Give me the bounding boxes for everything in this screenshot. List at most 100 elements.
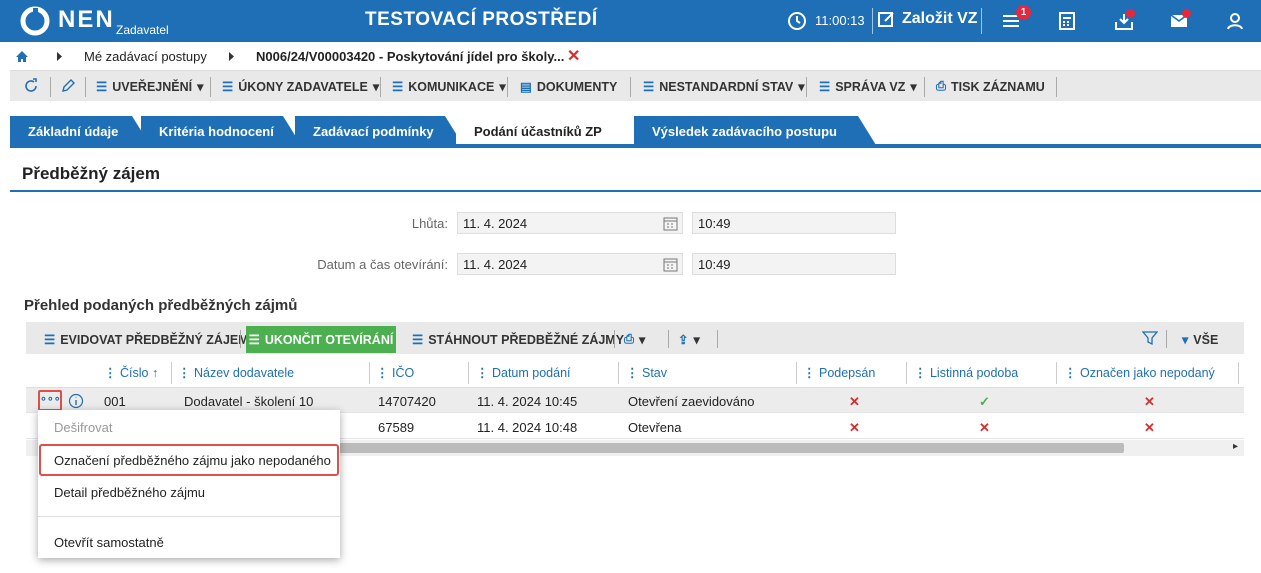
list-icon: ☰ [392, 80, 404, 94]
column-label: Datum podání [491, 366, 571, 380]
info-icon[interactable] [68, 393, 84, 409]
row-context-menu: Dešifrovat Označení předběžného zájmu ja… [38, 410, 340, 558]
column-cislo[interactable]: ⋮ Číslo ↑ [104, 365, 158, 380]
cell-ico: 67589 [378, 420, 415, 435]
column-label: IČO [391, 366, 415, 380]
calendar-icon[interactable] [663, 216, 678, 231]
toolbar-nestandardni[interactable]: ☰ NESTANDARDNÍ STAV ▾ [643, 79, 805, 95]
caret-down-icon: ▾ [910, 80, 917, 94]
tab-zakladni-udaje[interactable]: Základní údaje [10, 116, 150, 145]
column-divider [1056, 362, 1057, 384]
create-vz-button[interactable]: Založit VZ [878, 10, 978, 28]
filter-icon[interactable] [1142, 330, 1158, 346]
button-label: UKONČIT OTEVÍRÁNÍ [264, 332, 394, 347]
top-header: NEN Zadavatel TESTOVACÍ PROSTŘEDÍ 11:00:… [0, 0, 1261, 42]
column-divider [906, 362, 907, 384]
menu-item-open-separately[interactable]: Otevřít samostatně [54, 535, 164, 550]
opening-label: Datum a čas otevírání: [317, 257, 448, 272]
cell-ico: 14707420 [378, 394, 436, 409]
opening-time-field[interactable]: 10:49 [692, 253, 896, 275]
export-menu-button[interactable]: ⇪ ▾ [678, 332, 700, 347]
opening-date-value: 11. 4. 2024 [463, 257, 528, 272]
menu-item-detail[interactable]: Detail předběžného zájmu [54, 485, 205, 500]
column-nazev[interactable]: ⋮ Název dodavatele [178, 365, 294, 380]
button-label: EVIDOVAT PŘEDBĚŽNÝ ZÁJEM [60, 332, 249, 347]
column-datum[interactable]: ⋮ Datum podání [476, 365, 571, 380]
deadline-date-field[interactable]: 11. 4. 2024 [457, 212, 683, 234]
tab-kriteria[interactable]: Kritéria hodnocení [141, 116, 301, 145]
toolbar-komunikace[interactable]: ☰ KOMUNIKACE ▾ [392, 79, 506, 95]
section-underline [10, 190, 1261, 192]
print-menu-button[interactable]: ⎙ ▾ [624, 332, 645, 347]
divider [614, 330, 615, 348]
pencil-icon[interactable] [60, 78, 76, 94]
opening-time-value: 10:49 [698, 257, 731, 272]
toolbar-label: DOKUMENTY [536, 79, 618, 94]
refresh-icon[interactable] [22, 77, 40, 95]
filter-label: VŠE [1193, 332, 1219, 347]
cell-nazev: Dodavatel - školení 10 [184, 394, 314, 409]
button-label: STÁHNOUT PŘEDBĚŽNÉ ZÁJMY [428, 332, 625, 347]
section-title: Předběžný zájem [22, 164, 160, 183]
row-actions-button[interactable]: ∘∘∘ [38, 390, 62, 411]
menu-item-mark-unsubmitted[interactable]: Označení předběžného zájmu jako nepodané… [39, 444, 339, 476]
divider [85, 77, 86, 97]
deadline-label: Lhůta: [411, 216, 448, 231]
user-icon[interactable] [1224, 10, 1246, 32]
environment-title: TESTOVACÍ PROSTŘEDÍ [365, 9, 598, 30]
column-podepsan[interactable]: ⋮ Podepsán [803, 365, 875, 380]
chevron-right-icon [57, 52, 62, 61]
list-icon: ☰ [643, 80, 655, 94]
divider [380, 77, 381, 97]
signed-no-icon: ✕ [849, 394, 860, 409]
divider [507, 77, 508, 97]
breadcrumb-item[interactable]: Mé zadávací postupy [84, 49, 207, 64]
signed-no-icon: ✕ [849, 420, 860, 435]
opening-date-field[interactable]: 11. 4. 2024 [457, 253, 683, 275]
caret-down-icon: ▾ [372, 80, 380, 94]
column-divider [171, 362, 172, 384]
column-nepodany[interactable]: ⋮ Označen jako nepodaný [1064, 365, 1215, 380]
record-interest-button[interactable]: ☰ EVIDOVAT PŘEDBĚŽNÝ ZÁJEM [44, 332, 249, 348]
tab-zadavaci-podminky[interactable]: Zadávací podmínky [295, 116, 463, 145]
filter-all-dropdown[interactable]: ▾ VŠE [1182, 332, 1219, 348]
menu-item-decrypt[interactable]: Dešifrovat [54, 420, 113, 435]
calendar-icon[interactable] [663, 257, 678, 272]
breadcrumb: Mé zadávací postupy N006/24/V00003420 - … [0, 42, 1261, 70]
cell-stav: Otevřena [628, 420, 682, 435]
menu-divider [38, 516, 340, 517]
close-icon[interactable]: ✕ [567, 46, 580, 66]
column-divider [1238, 362, 1239, 384]
column-label: Číslo [119, 366, 149, 380]
cell-stav: Otevření zaevidováno [628, 394, 755, 409]
divider [924, 77, 925, 97]
brand-name: NEN [58, 6, 115, 33]
tab-vysledek[interactable]: Výsledek zadávacího postupu [634, 116, 876, 145]
caret-down-icon: ▾ [639, 333, 646, 347]
column-listinna[interactable]: ⋮ Listinná podoba [914, 365, 1018, 380]
toolbar-label: UVEŘEJNĚNÍ [112, 79, 193, 94]
scroll-right-icon[interactable]: ▸ [1233, 441, 1238, 452]
chevron-right-icon [229, 52, 234, 61]
home-icon[interactable] [15, 50, 29, 63]
column-stav[interactable]: ⋮ Stav [626, 365, 667, 380]
finish-opening-button[interactable]: ☰ UKONČIT OTEVÍRÁNÍ [246, 326, 396, 353]
alert-dot [1126, 9, 1135, 18]
toolbar-dokumenty[interactable]: ▤ DOKUMENTY [520, 79, 618, 95]
toolbar-sprava[interactable]: ☰ SPRÁVA VZ ▾ [819, 79, 917, 95]
column-ico[interactable]: ⋮ IČO [376, 365, 414, 380]
grid-toolbar: ☰ EVIDOVAT PŘEDBĚŽNÝ ZÁJEM ☰ UKONČIT OTEVÍ… [26, 322, 1244, 354]
divider [668, 330, 669, 348]
toolbar-ukony[interactable]: ☰ ÚKONY ZADAVATELE ▾ [222, 79, 380, 95]
divider [50, 77, 51, 97]
calculator-icon[interactable] [1056, 10, 1078, 32]
toolbar-tisk[interactable]: ⎙ TISK ZÁZNAMU [936, 79, 1045, 94]
download-interests-button[interactable]: ☰ STÁHNOUT PŘEDBĚŽNÉ ZÁJMY [412, 332, 625, 348]
unsubmitted-no-icon: ✕ [1144, 394, 1155, 409]
column-divider [468, 362, 469, 384]
list-icon: ☰ [222, 80, 234, 94]
list-icon: ☰ [412, 333, 424, 347]
toolbar-uverejneni[interactable]: ☰ UVEŘEJNĚNÍ ▾ [96, 79, 203, 95]
tab-podani-ucastniku[interactable]: Podání účastníků ZP [456, 116, 636, 145]
deadline-time-field[interactable]: 10:49 [692, 212, 896, 234]
